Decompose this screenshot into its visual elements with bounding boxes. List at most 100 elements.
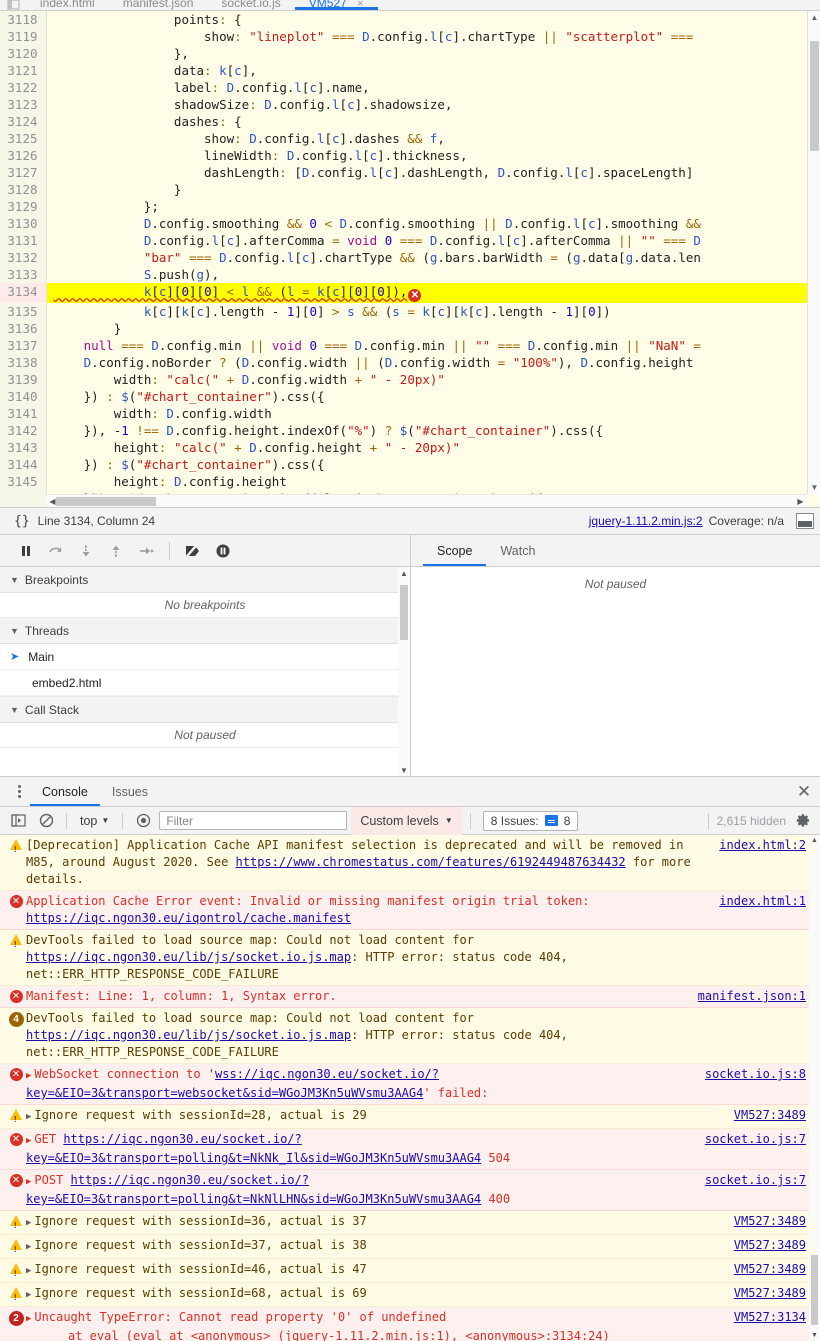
- code-text[interactable]: points: {: [46, 11, 820, 28]
- console-source-anchor[interactable]: index.html:1: [719, 893, 806, 910]
- source-map-link[interactable]: jquery-1.11.2.min.js:2: [589, 514, 703, 528]
- step-out-button[interactable]: [102, 537, 130, 565]
- code-line[interactable]: 3142 }), -1 !== D.config.height.indexOf(…: [0, 422, 820, 439]
- code-text[interactable]: data: k[c],: [46, 62, 820, 79]
- context-selector[interactable]: top ▼: [75, 814, 114, 828]
- line-number[interactable]: 3127: [0, 164, 47, 181]
- sidebar-scrollbar[interactable]: ▲ ▼: [398, 567, 410, 776]
- console-source-anchor[interactable]: manifest.json:1: [698, 988, 806, 1005]
- issues-button[interactable]: 8 Issues: 8: [482, 810, 579, 831]
- code-line[interactable]: 3143 height: "calc(" + D.config.height +…: [0, 439, 820, 456]
- console-source-anchor[interactable]: VM527:3134: [734, 1309, 806, 1326]
- code-text[interactable]: null === D.config.min || void 0 === D.co…: [46, 337, 820, 354]
- console-message-list[interactable]: [Deprecation] Application Cache API mani…: [0, 835, 820, 1341]
- line-number[interactable]: 3139: [0, 371, 47, 388]
- console-source-anchor[interactable]: VM527:3489: [734, 1213, 806, 1230]
- line-number[interactable]: 3143: [0, 439, 47, 456]
- code-line[interactable]: 3128 }: [0, 181, 820, 198]
- source-code-editor[interactable]: 3118 points: {3119 show: "lineplot" === …: [0, 11, 820, 507]
- pause-on-exceptions-button[interactable]: [209, 537, 237, 565]
- line-number[interactable]: 3142: [0, 422, 47, 439]
- line-number[interactable]: 3121: [0, 62, 47, 79]
- code-line[interactable]: 3129 };: [0, 198, 820, 215]
- expand-icon[interactable]: ▶: [26, 1218, 31, 1228]
- line-number[interactable]: 3124: [0, 113, 47, 130]
- more-tools-icon[interactable]: [8, 777, 30, 806]
- line-number[interactable]: 3144: [0, 456, 47, 473]
- line-number[interactable]: 3123: [0, 96, 47, 113]
- code-line[interactable]: 3136 }: [0, 320, 820, 337]
- scrollbar-thumb[interactable]: [56, 496, 156, 506]
- console-link[interactable]: https://iqc.ngon30.eu/iqontrol/cache.man…: [26, 911, 351, 925]
- code-text[interactable]: D.config.smoothing && 0 < D.config.smoot…: [46, 215, 820, 232]
- console-sidebar-icon[interactable]: [6, 810, 30, 832]
- line-number[interactable]: 3138: [0, 354, 47, 371]
- code-text[interactable]: width: D.config.width: [46, 405, 820, 422]
- deactivate-breakpoints-button[interactable]: [179, 537, 207, 565]
- line-number[interactable]: 3126: [0, 147, 47, 164]
- line-number[interactable]: 3145: [0, 473, 47, 490]
- section-header-call-stack[interactable]: ▼ Call Stack: [0, 697, 410, 723]
- scroll-left-icon[interactable]: ◀: [46, 495, 59, 508]
- editor-horizontal-scrollbar[interactable]: ◀ ▶: [46, 494, 807, 507]
- code-line[interactable]: 3122 label: D.config.l[c].name,: [0, 79, 820, 96]
- code-text[interactable]: show: D.config.l[c].dashes && f,: [46, 130, 820, 147]
- expand-icon[interactable]: ▶: [26, 1242, 31, 1252]
- scrollbar-thumb[interactable]: [811, 1255, 818, 1325]
- clear-console-icon[interactable]: [34, 810, 58, 832]
- console-source-anchor[interactable]: socket.io.js:8: [705, 1066, 806, 1083]
- code-line[interactable]: 3130 D.config.smoothing && 0 < D.config.…: [0, 215, 820, 232]
- code-text[interactable]: k[c][0][0] < l && (l = k[c][0][0]), ✕: [46, 283, 820, 303]
- line-number[interactable]: 3140: [0, 388, 47, 405]
- code-line[interactable]: 3133 S.push(g),: [0, 266, 820, 283]
- expand-icon[interactable]: ▶: [26, 1266, 31, 1276]
- console-message[interactable]: ✕ Application Cache Error event: Invalid …: [0, 891, 820, 930]
- console-message[interactable]: ▶Ignore request with sessionId=28, actua…: [0, 1105, 820, 1129]
- more-tabs-icon[interactable]: [0, 0, 26, 10]
- code-text[interactable]: D.config.l[c].afterComma = void 0 === D.…: [46, 232, 820, 249]
- search-input[interactable]: [159, 811, 348, 830]
- console-message[interactable]: 4 DevTools failed to load source map: Cou…: [0, 1008, 820, 1064]
- code-text[interactable]: k[c][k[c].length - 1][0] > s && (s = k[c…: [46, 303, 820, 320]
- log-level-selector[interactable]: Custom levels ▼: [351, 806, 462, 835]
- console-source-anchor[interactable]: socket.io.js:7: [705, 1131, 806, 1148]
- line-number[interactable]: 3122: [0, 79, 47, 96]
- line-number[interactable]: 3136: [0, 320, 47, 337]
- scroll-up-icon[interactable]: ▲: [809, 835, 820, 846]
- code-text[interactable]: }: [46, 320, 820, 337]
- code-line[interactable]: 3144 }) : $("#chart_container").css({: [0, 456, 820, 473]
- code-line[interactable]: 3132 "bar" === D.config.l[c].chartType &…: [0, 249, 820, 266]
- code-line[interactable]: 3145 height: D.config.height: [0, 473, 820, 490]
- code-line[interactable]: 3131 D.config.l[c].afterComma = void 0 =…: [0, 232, 820, 249]
- console-source-anchor[interactable]: VM527:3489: [734, 1285, 806, 1302]
- code-line[interactable]: 3135 k[c][k[c].length - 1][0] > s && (s …: [0, 303, 820, 320]
- source-tab-index-html[interactable]: index.html: [26, 0, 109, 10]
- step-into-button[interactable]: [72, 537, 100, 565]
- code-line[interactable]: 3126 lineWidth: D.config.l[c].thickness,: [0, 147, 820, 164]
- expand-icon[interactable]: ▶: [26, 1177, 31, 1187]
- popout-icon[interactable]: [796, 513, 814, 529]
- code-text[interactable]: }), -1 !== D.config.height.indexOf("%") …: [46, 422, 820, 439]
- tab-scope[interactable]: Scope: [423, 535, 487, 566]
- error-icon[interactable]: ✕: [408, 289, 422, 302]
- expand-icon[interactable]: ▶: [26, 1071, 31, 1081]
- code-line[interactable]: 3125 show: D.config.l[c].dashes && f,: [0, 130, 820, 147]
- console-message[interactable]: ✕ ▶ POST https://iqc.ngon30.eu/socket.io/?…: [0, 1170, 820, 1211]
- line-number[interactable]: 3120: [0, 45, 47, 62]
- code-line[interactable]: 3139 width: "calc(" + D.config.width + "…: [0, 371, 820, 388]
- pretty-print-icon[interactable]: {}: [6, 514, 38, 529]
- code-line[interactable]: 3127 dashLength: [D.config.l[c].dashLeng…: [0, 164, 820, 181]
- line-number[interactable]: 3125: [0, 130, 47, 147]
- code-text[interactable]: }: [46, 181, 820, 198]
- console-message[interactable]: ✕ ▶ WebSocket connection to 'wss://iqc.ngo…: [0, 1064, 820, 1105]
- console-scrollbar[interactable]: ▲ ▼: [809, 835, 820, 1341]
- expand-icon[interactable]: ▶: [26, 1314, 31, 1324]
- code-line[interactable]: 3140 }) : $("#chart_container").css({: [0, 388, 820, 405]
- code-text[interactable]: lineWidth: D.config.l[c].thickness,: [46, 147, 820, 164]
- live-expression-icon[interactable]: [131, 810, 155, 832]
- console-message[interactable]: [Deprecation] Application Cache API mani…: [0, 835, 820, 891]
- section-header-breakpoints[interactable]: ▼ Breakpoints: [0, 567, 410, 593]
- code-line[interactable]: 3118 points: {: [0, 11, 820, 28]
- code-line[interactable]: 3123 shadowSize: D.config.l[c].shadowsiz…: [0, 96, 820, 113]
- line-number[interactable]: 3137: [0, 337, 47, 354]
